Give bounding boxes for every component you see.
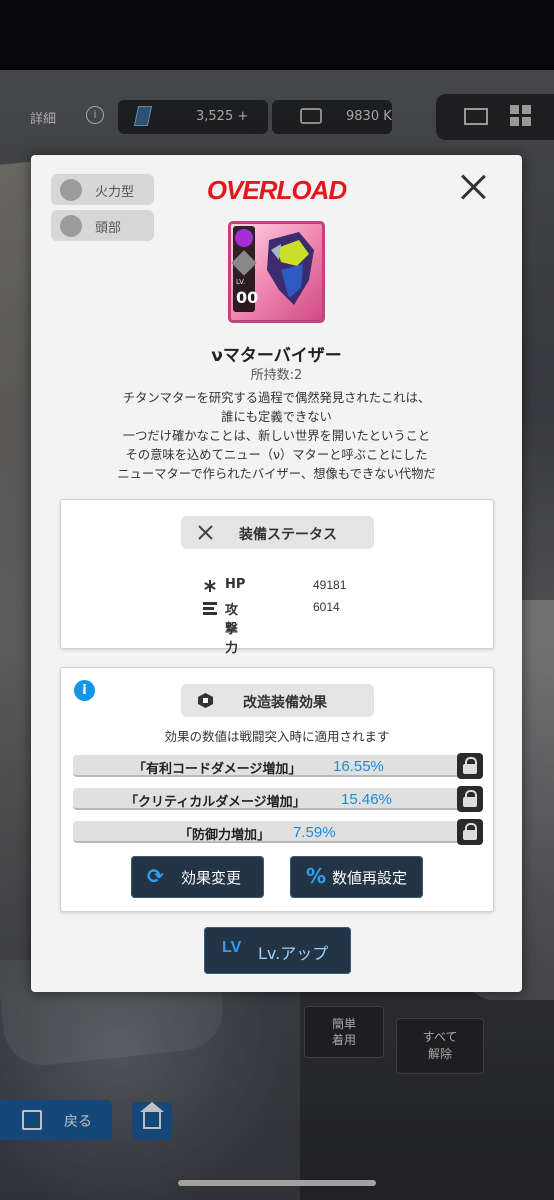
close-icon[interactable] xyxy=(455,169,491,205)
lock-icon[interactable] xyxy=(457,753,483,779)
mod-icon xyxy=(198,693,213,708)
effect-note: 効果の数値は戦闘突入時に適用されます xyxy=(164,729,390,744)
refresh-icon: ⟳ xyxy=(147,864,164,888)
reset-values-button[interactable]: % 数値再設定 xyxy=(290,856,423,898)
item-thumbnail: LV. 00 xyxy=(228,221,325,323)
visor-image xyxy=(267,232,314,305)
lock-icon[interactable] xyxy=(457,786,483,812)
level-up-button[interactable]: LV Lv.アップ xyxy=(204,927,351,974)
level-up-icon: LV xyxy=(222,939,242,956)
change-effect-button[interactable]: ⟳ 効果変更 xyxy=(131,856,264,898)
percent-icon: % xyxy=(306,864,327,888)
equip-status-panel: 装備ステータス HP 49181 攻撃力 6014 xyxy=(60,499,494,656)
owned-count: 所持数:2 xyxy=(250,368,303,383)
effect-row: 「有利コードダメージ増加」 16.55% xyxy=(73,755,459,777)
class-icon xyxy=(231,250,257,276)
equip-status-title: 装備ステータス xyxy=(181,516,374,549)
overload-logo: OVERLOAD xyxy=(206,175,347,205)
lock-icon[interactable] xyxy=(457,819,483,845)
crossed-swords-icon xyxy=(198,525,213,540)
bars-icon xyxy=(203,602,217,615)
effect-row: 「防御力増加」 7.59% xyxy=(73,821,459,843)
mod-effects-title: 改造装備効果 xyxy=(181,684,374,717)
slot-tag: 頭部 xyxy=(51,210,154,241)
asterisk-icon xyxy=(204,580,216,592)
head-slot-icon xyxy=(60,215,82,237)
rarity-icon xyxy=(235,229,253,247)
effect-row: 「クリティカルダメージ増加」 15.46% xyxy=(73,788,459,810)
item-name: νマターバイザー xyxy=(211,346,342,366)
item-level: 00 xyxy=(236,288,259,307)
item-description: チタンマターを研究する過程で偶然発見されたこれは、 誰にも定義できない 一つだけ… xyxy=(117,391,436,481)
mod-effects-panel: i 改造装備効果 効果の数値は戦闘突入時に適用されます 「有利コードダメージ増加… xyxy=(60,667,494,912)
info-icon[interactable]: i xyxy=(74,680,95,701)
item-detail-modal: 火力型 頭部 OVERLOAD LV. 00 νマターバイザー 所持数:2 チタ… xyxy=(31,155,522,992)
level-badge: LV. 00 xyxy=(231,226,259,312)
